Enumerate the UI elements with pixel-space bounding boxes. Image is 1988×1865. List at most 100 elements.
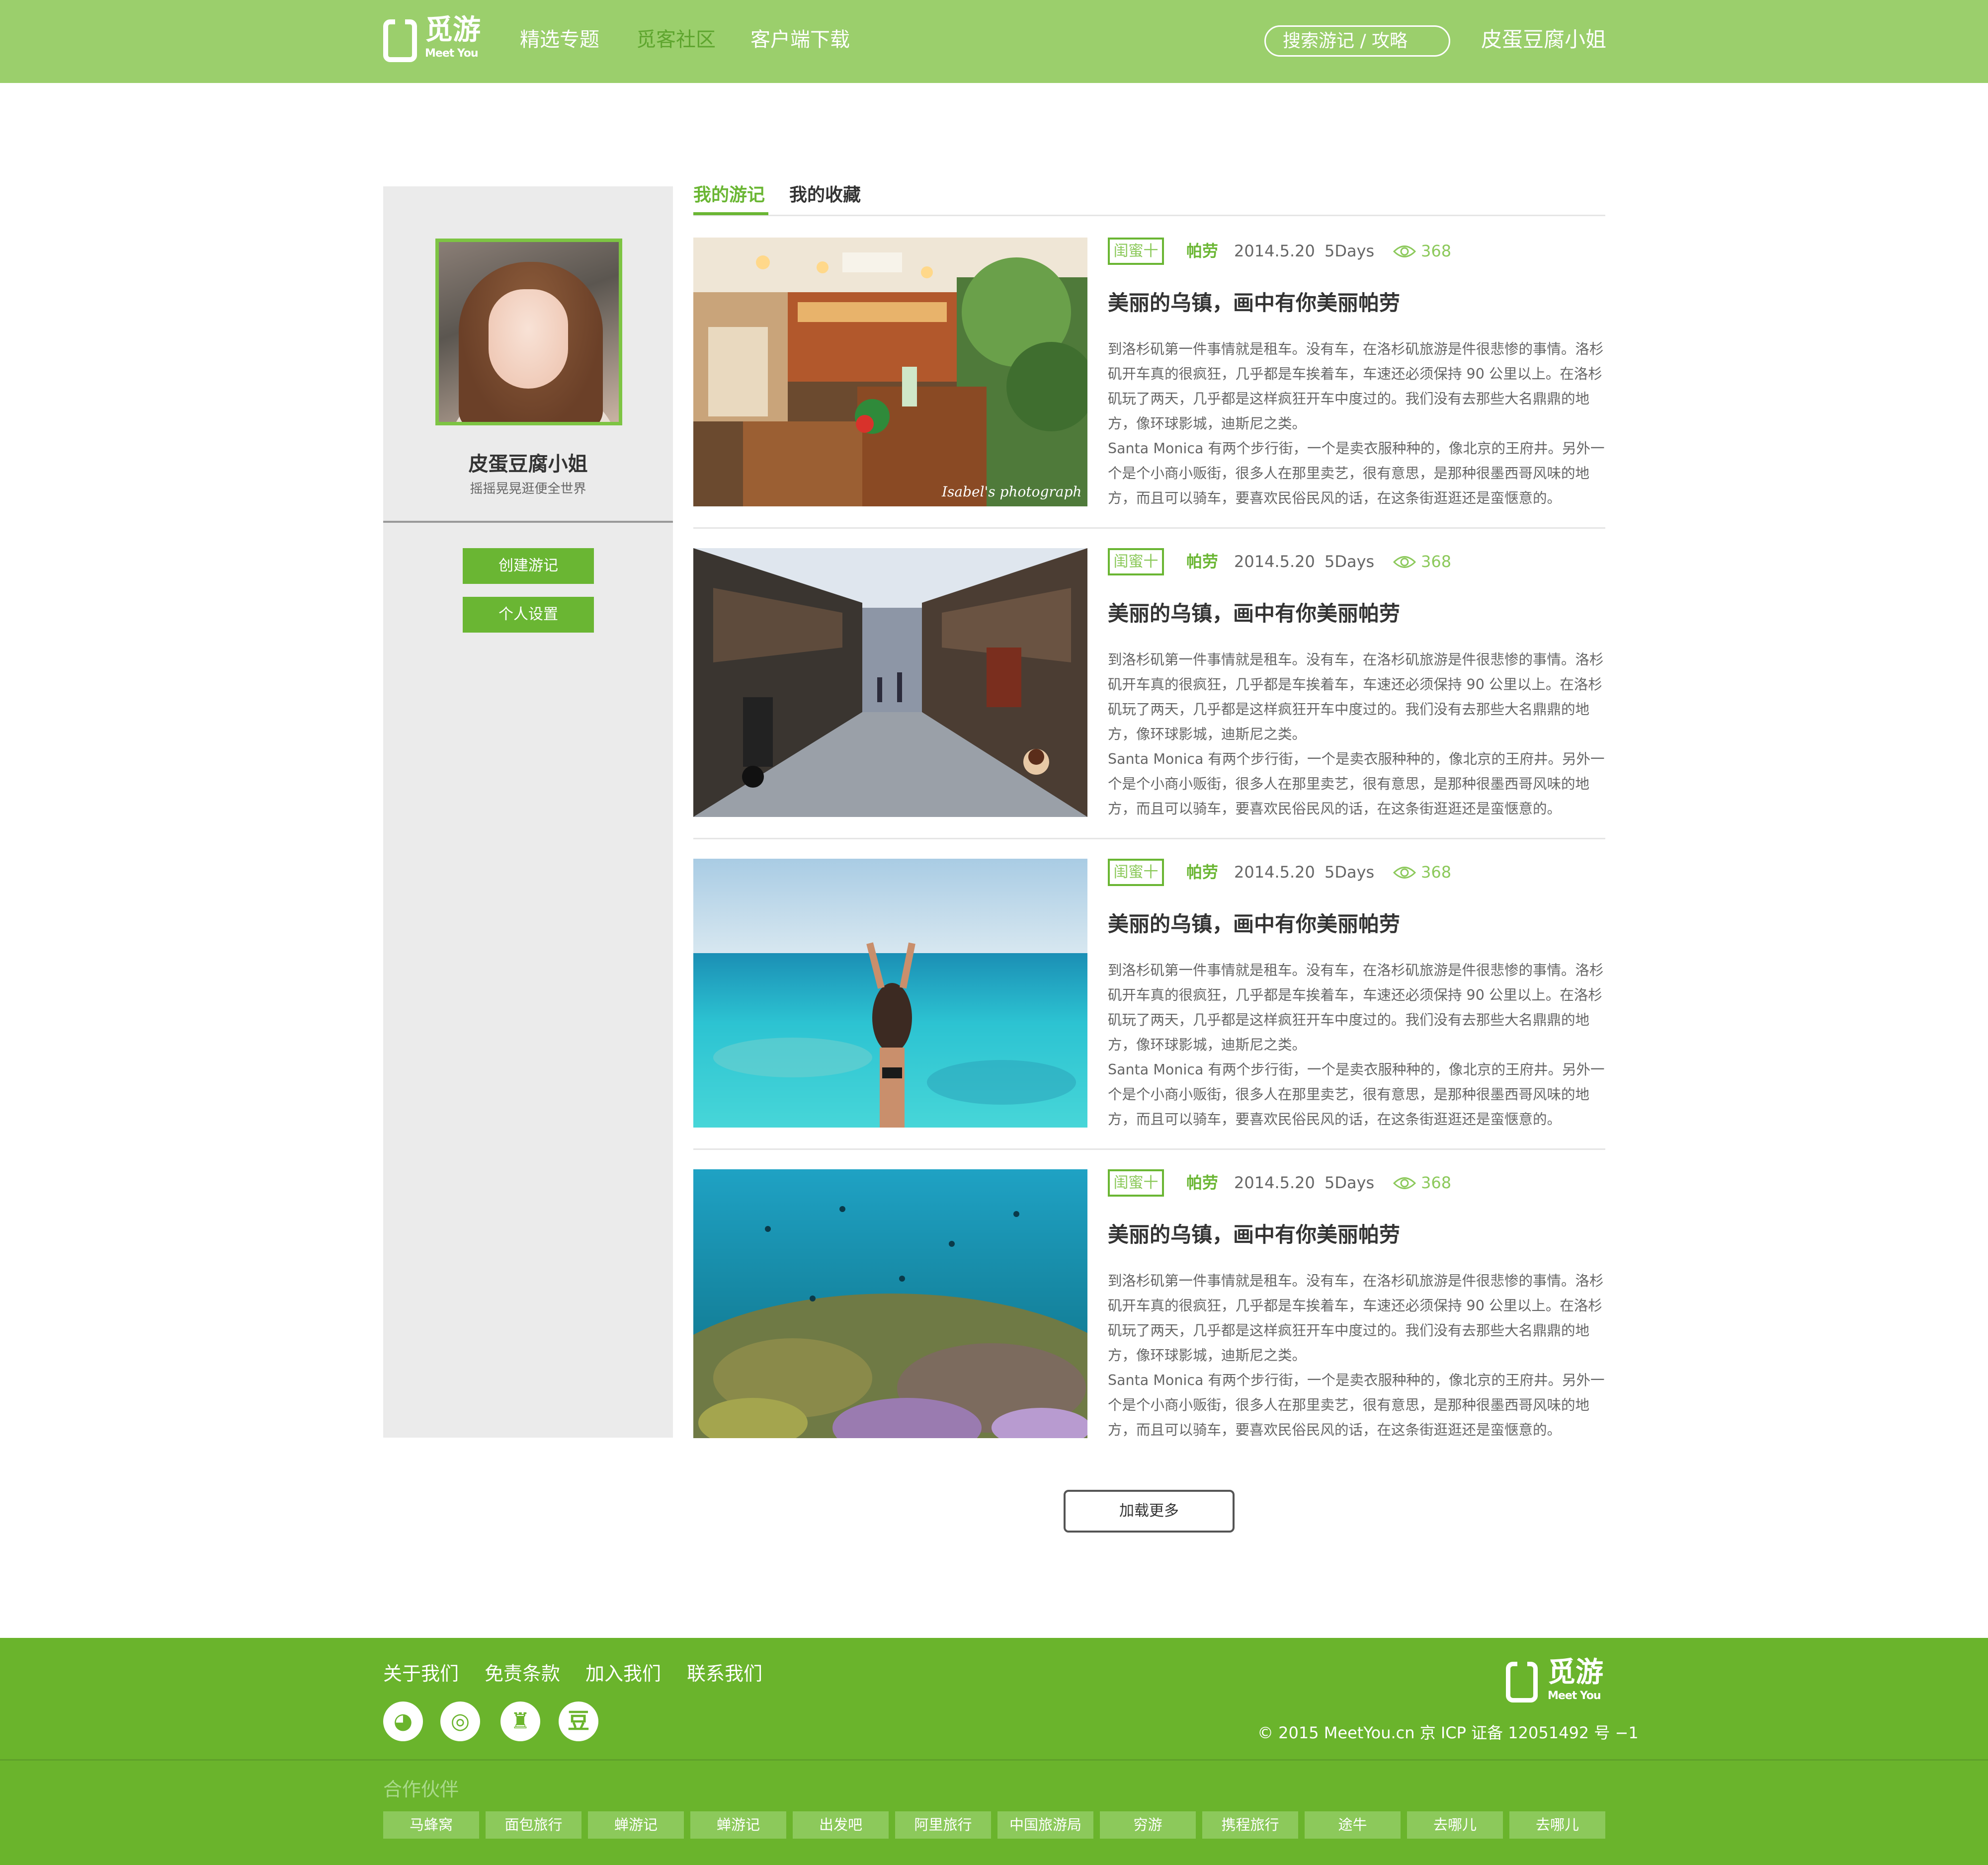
eye-icon [1393,245,1416,257]
load-more-button[interactable]: 加载更多 [1064,1490,1235,1533]
article-excerpt: 到洛杉矶第一件事情就是租车。没有车，在洛杉矶旅游是件很悲惨的事情。洛杉矶开车真的… [1108,648,1605,821]
article-duration: 5Days [1325,552,1375,571]
article-paragraph: 到洛杉矶第一件事情就是租车。没有车，在洛杉矶旅游是件很悲惨的事情。洛杉矶开车真的… [1108,962,1604,1053]
article-paragraph: Santa Monica 有两个步行街，一个是卖衣服种种的，像北京的王府井。另外… [1108,1061,1605,1128]
footer-link-join[interactable]: 加入我们 [585,1662,661,1686]
footer-logo[interactable]: 觅游 Meet You [1506,1659,1605,1706]
category-badge[interactable]: 闺蜜十 [1108,859,1164,886]
view-count: 368 [1421,552,1452,571]
article-excerpt: 到洛杉矶第一件事情就是租车。没有车，在洛杉矶旅游是件很悲惨的事情。洛杉矶开车真的… [1108,337,1605,511]
tab-my-favorites[interactable]: 我的收藏 [789,184,861,207]
tab-my-travelogues[interactable]: 我的游记 [693,184,765,207]
view-count: 368 [1421,242,1452,260]
personal-settings-button[interactable]: 个人设置 [463,597,594,633]
douban-icon[interactable]: 豆 [559,1702,598,1741]
article-meta: 闺蜜十 帕劳 2014.5.20 5Days 368 [1108,859,1605,886]
eye-icon [1393,556,1416,568]
article-meta: 闺蜜十 帕劳 2014.5.20 5Days 368 [1108,1169,1605,1197]
logo-subtext: Meet You [1548,1690,1601,1702]
sidebar-divider [383,521,673,523]
article-place[interactable]: 帕劳 [1186,859,1218,886]
top-header: 觅游 Meet You 精选专题 觅客社区 客户端下载 搜索游记 / 攻略 皮蛋… [0,0,1988,83]
category-badge[interactable]: 闺蜜十 [1108,238,1164,265]
partners-title: 合作伙伴 [383,1779,459,1800]
article-title[interactable]: 美丽的乌镇，画中有你美丽帕劳 [1108,289,1400,317]
view-count: 368 [1421,863,1452,882]
nav-featured-topics[interactable]: 精选专题 [520,28,599,52]
article-meta: 闺蜜十 帕劳 2014.5.20 5Days 368 [1108,548,1605,575]
article-paragraph: Santa Monica 有两个步行街，一个是卖衣服种种的，像北京的王府井。另外… [1108,751,1605,817]
category-badge[interactable]: 闺蜜十 [1108,548,1164,575]
article-place[interactable]: 帕劳 [1186,1169,1218,1197]
article-duration: 5Days [1325,1173,1375,1192]
avatar[interactable] [435,239,622,425]
footer-divider [0,1759,1988,1761]
category-badge[interactable]: 闺蜜十 [1108,1169,1164,1197]
article-paragraph: 到洛杉矶第一件事情就是租车。没有车，在洛杉矶旅游是件很悲惨的事情。洛杉矶开车真的… [1108,341,1604,432]
article-date: 2014.5.20 [1234,552,1315,571]
nav-client-download[interactable]: 客户端下载 [750,28,850,52]
partner-link[interactable]: 面包旅行 [486,1811,581,1839]
article-photo[interactable] [693,1169,1087,1438]
article-date: 2014.5.20 [1234,242,1315,260]
partner-link[interactable]: 出发吧 [793,1811,889,1839]
article-paragraph: 到洛杉矶第一件事情就是租车。没有车，在洛杉矶旅游是件很悲惨的事情。洛杉矶开车真的… [1108,651,1604,742]
profile-sidebar: 皮蛋豆腐小姐 摇摇晃晃逛便全世界 创建游记 个人设置 [383,186,673,1438]
meetyou-logo[interactable]: 觅游 Meet You [383,14,483,62]
partner-link[interactable]: 途牛 [1305,1811,1401,1839]
article-paragraph: 到洛杉矶第一件事情就是租车。没有车，在洛杉矶旅游是件很悲惨的事情。洛杉矶开车真的… [1108,1273,1604,1364]
profile-name: 皮蛋豆腐小姐 [468,453,588,476]
view-count: 368 [1421,1173,1452,1192]
article-card[interactable]: 闺蜜十 帕劳 2014.5.20 5Days 368 美丽的乌镇，画中有你美丽帕… [693,1169,1605,1480]
footer-link-disclaimer[interactable]: 免责条款 [485,1662,560,1686]
article-divider [693,838,1605,839]
article-place[interactable]: 帕劳 [1186,238,1218,265]
nav-community[interactable]: 觅客社区 [636,28,716,52]
partner-link[interactable]: 马蜂窝 [383,1811,479,1839]
article-excerpt: 到洛杉矶第一件事情就是租车。没有车，在洛杉矶旅游是件很悲惨的事情。洛杉矶开车真的… [1108,1269,1605,1443]
article-card[interactable]: Isabel's photograph 闺蜜十 帕劳 2014.5.20 5Da… [693,238,1605,548]
article-photo[interactable] [693,859,1087,1128]
partner-link[interactable]: 穷游 [1100,1811,1196,1839]
eye-icon [1393,867,1416,879]
footer [0,1638,1988,1865]
article-meta: 闺蜜十 帕劳 2014.5.20 5Days 368 [1108,238,1605,265]
wechat-icon[interactable]: ◕ [383,1702,423,1741]
article-paragraph: Santa Monica 有两个步行街，一个是卖衣服种种的，像北京的王府井。另外… [1108,440,1605,506]
search-input[interactable]: 搜索游记 / 攻略 [1264,25,1450,57]
article-excerpt: 到洛杉矶第一件事情就是租车。没有车，在洛杉矶旅游是件很悲惨的事情。洛杉矶开车真的… [1108,958,1605,1132]
partner-link[interactable]: 蝉游记 [588,1811,684,1839]
logo-subtext: Meet You [425,47,479,60]
article-photo[interactable]: Isabel's photograph [693,238,1087,506]
qq-icon[interactable]: ♜ [500,1702,540,1741]
article-place[interactable]: 帕劳 [1186,548,1218,575]
article-card[interactable]: 闺蜜十 帕劳 2014.5.20 5Days 368 美丽的乌镇，画中有你美丽帕… [693,548,1605,859]
tabs-divider [693,215,1605,216]
article-divider [693,1148,1605,1150]
photo-watermark: Isabel's photograph [942,484,1082,500]
article-card[interactable]: 闺蜜十 帕劳 2014.5.20 5Days 368 美丽的乌镇，画中有你美丽帕… [693,859,1605,1169]
partner-link[interactable]: 中国旅游局 [997,1811,1093,1839]
footer-link-contact[interactable]: 联系我们 [687,1662,762,1686]
footer-link-about[interactable]: 关于我们 [383,1662,459,1686]
logo-m-badge-icon [1506,1661,1538,1703]
article-date: 2014.5.20 [1234,1173,1315,1192]
eye-icon [1393,1177,1416,1189]
article-photo[interactable] [693,548,1087,817]
partner-link[interactable]: 蝉游记 [690,1811,786,1839]
copyright-text: © 2015 MeetYou.cn 京 ICP 证备 12051492 号 −1 [1257,1723,1639,1742]
article-paragraph: Santa Monica 有两个步行街，一个是卖衣服种种的，像北京的王府井。另外… [1108,1372,1605,1438]
article-title[interactable]: 美丽的乌镇，画中有你美丽帕劳 [1108,910,1400,938]
article-title[interactable]: 美丽的乌镇，画中有你美丽帕劳 [1108,1221,1400,1249]
logo-m-badge-icon [383,19,417,62]
header-username[interactable]: 皮蛋豆腐小姐 [1481,28,1606,52]
create-travelogue-button[interactable]: 创建游记 [463,548,594,584]
weibo-icon[interactable]: ◎ [440,1702,480,1741]
partner-link[interactable]: 携程旅行 [1202,1811,1298,1839]
partner-link[interactable]: 去哪儿 [1509,1811,1605,1839]
partner-link[interactable]: 阿里旅行 [895,1811,991,1839]
profile-tagline: 摇摇晃晃逛便全世界 [470,482,586,496]
logo-text: 觅游 [425,14,481,46]
partner-link[interactable]: 去哪儿 [1407,1811,1503,1839]
article-title[interactable]: 美丽的乌镇，画中有你美丽帕劳 [1108,600,1400,628]
